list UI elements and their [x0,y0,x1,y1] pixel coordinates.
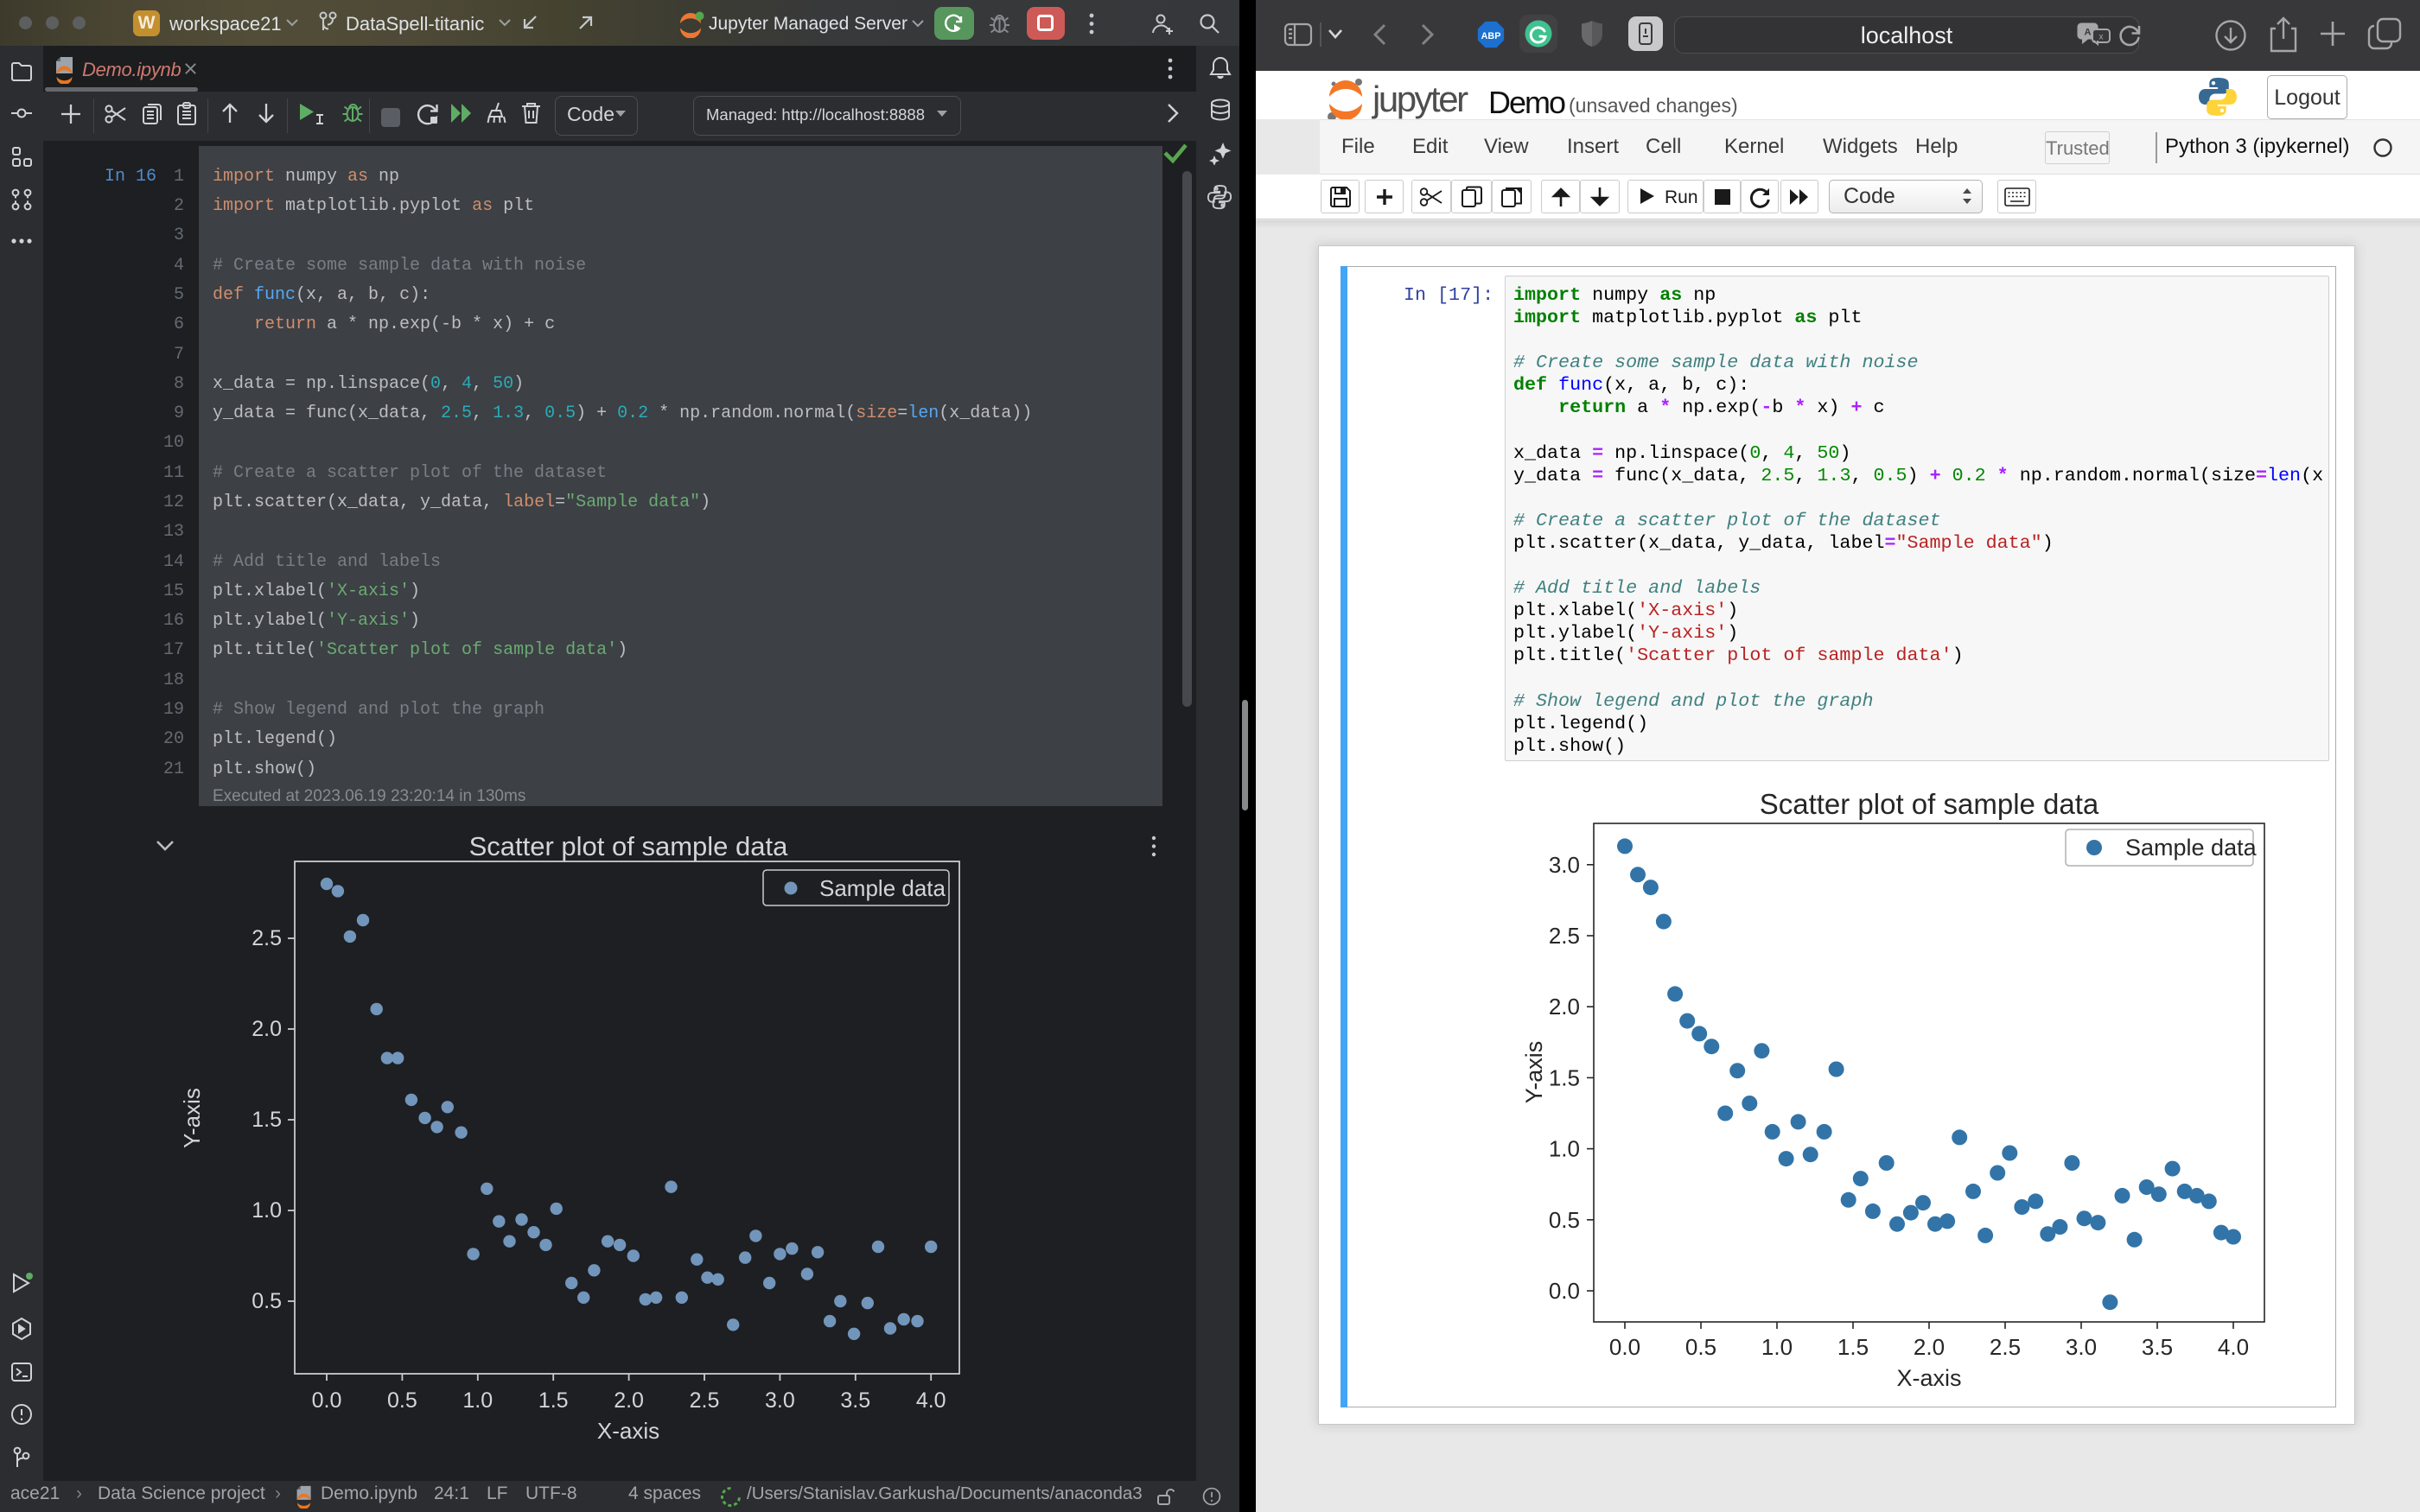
svg-text:2.0: 2.0 [252,1017,282,1041]
svg-text:X-axis: X-axis [1896,1365,1961,1391]
svg-text:2.0: 2.0 [1549,994,1580,1020]
svg-text:0.5: 0.5 [252,1289,282,1313]
svg-text:0.5: 0.5 [1549,1207,1580,1233]
svg-text:1.5: 1.5 [538,1388,569,1413]
svg-text:1.0: 1.0 [252,1198,282,1223]
svg-text:0.0: 0.0 [312,1388,342,1413]
svg-text:1.0: 1.0 [1549,1136,1580,1162]
svg-text:3.0: 3.0 [2066,1334,2097,1360]
svg-text:Scatter plot of sample data: Scatter plot of sample data [469,831,789,861]
svg-text:1.0: 1.0 [462,1388,493,1413]
svg-text:Sample data: Sample data [819,875,946,901]
svg-text:0.0: 0.0 [1609,1334,1640,1360]
svg-text:0.5: 0.5 [387,1388,417,1413]
svg-text:0.0: 0.0 [1549,1278,1580,1304]
svg-text:2.5: 2.5 [1990,1334,2021,1360]
svg-text:ABP: ABP [1481,31,1501,41]
svg-text:1.5: 1.5 [1549,1064,1580,1090]
svg-text:A: A [2085,28,2092,38]
svg-text:3.5: 3.5 [840,1388,870,1413]
svg-text:4.0: 4.0 [2218,1334,2249,1360]
svg-text:2.5: 2.5 [690,1388,720,1413]
svg-text:2.0: 2.0 [1914,1334,1945,1360]
svg-text:4.0: 4.0 [916,1388,946,1413]
svg-text:0.5: 0.5 [1685,1334,1716,1360]
svg-text:X-axis: X-axis [597,1418,659,1444]
svg-text:1.5: 1.5 [1837,1334,1869,1360]
svg-text:3.5: 3.5 [2142,1334,2173,1360]
svg-text:Y-axis: Y-axis [1521,1041,1547,1104]
svg-text:Y-axis: Y-axis [179,1088,205,1148]
svg-text:3.0: 3.0 [1549,852,1580,878]
svg-text:2.5: 2.5 [252,926,282,950]
svg-text:Scatter plot of sample data: Scatter plot of sample data [1760,788,2099,820]
svg-text:2.0: 2.0 [614,1388,644,1413]
svg-text:x: x [2099,33,2104,42]
svg-text:Sample data: Sample data [2125,835,2258,861]
svg-text:1.0: 1.0 [1761,1334,1793,1360]
svg-text:2.5: 2.5 [1549,923,1580,949]
svg-text:1.5: 1.5 [252,1108,282,1132]
svg-text:3.0: 3.0 [765,1388,795,1413]
